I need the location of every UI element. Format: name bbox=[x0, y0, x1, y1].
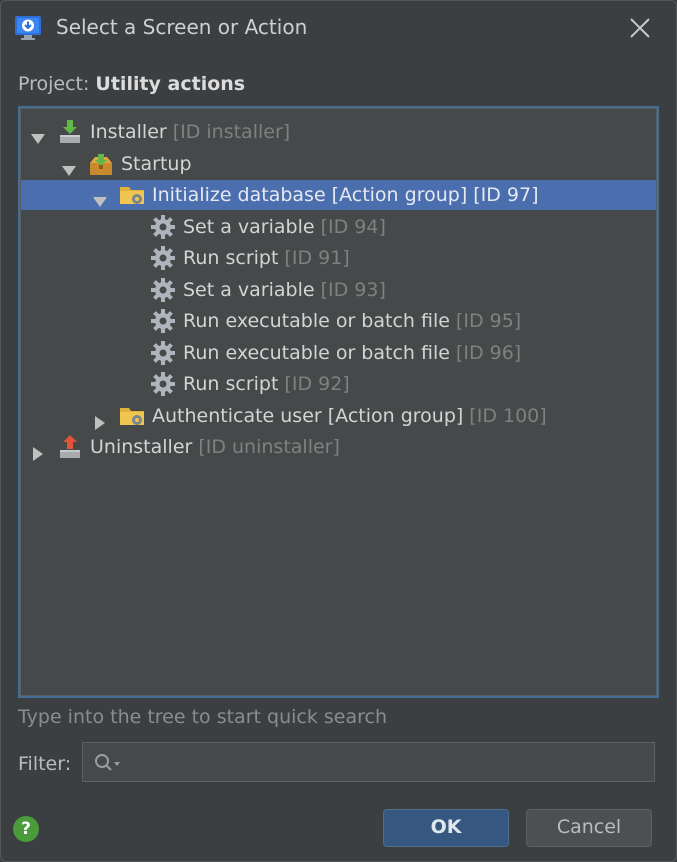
gear-icon bbox=[150, 245, 176, 271]
window-title: Select a Screen or Action bbox=[56, 15, 308, 39]
filter-input[interactable] bbox=[125, 749, 649, 777]
tree-row-label: Set a variable [ID 93] bbox=[183, 275, 386, 305]
action-group-folder-icon bbox=[119, 403, 145, 429]
tree-row-id: [ID 93] bbox=[320, 279, 386, 301]
tree-row[interactable]: Set a variable [ID 94] bbox=[21, 212, 656, 242]
tree-row-label: Set a variable [ID 94] bbox=[183, 212, 386, 242]
monitor-download-icon bbox=[15, 16, 41, 40]
tree-row-id: [ID 100] bbox=[469, 405, 547, 427]
tree-row-title: Uninstaller bbox=[90, 436, 193, 458]
tree-row[interactable]: Uninstaller [ID uninstaller] bbox=[21, 432, 656, 462]
gear-icon bbox=[150, 277, 176, 303]
tree-row-title: Set a variable bbox=[183, 279, 315, 301]
quick-search-hint: Type into the tree to start quick search bbox=[18, 706, 387, 728]
tree-row[interactable]: Authenticate user [Action group] [ID 100] bbox=[21, 401, 656, 431]
tree-row-id: [ID 94] bbox=[320, 216, 386, 238]
tree-row[interactable]: Installer [ID installer] bbox=[21, 117, 656, 147]
tree-row-label: Startup bbox=[121, 149, 192, 179]
expand-arrow-down-icon[interactable] bbox=[62, 157, 76, 176]
tree-row-title: Set a variable bbox=[183, 216, 315, 238]
uninstaller-icon bbox=[57, 434, 83, 460]
tree-row-label: Run script [ID 91] bbox=[183, 243, 350, 273]
tree-row-title: Run executable or batch file bbox=[183, 310, 450, 332]
tree-row[interactable]: Initialize database [Action group] [ID 97… bbox=[21, 180, 656, 210]
tree-row[interactable]: Set a variable [ID 93] bbox=[21, 275, 656, 305]
expand-arrow-down-icon[interactable] bbox=[31, 125, 45, 144]
project-name: Utility actions bbox=[95, 73, 246, 95]
screen-action-tree[interactable]: Installer [ID installer] Startup Initialize… bbox=[18, 106, 659, 698]
tree-row[interactable]: Startup bbox=[21, 149, 656, 179]
gear-icon bbox=[150, 308, 176, 334]
installer-icon bbox=[57, 119, 83, 145]
tree-row-title: Installer bbox=[90, 121, 167, 143]
tree-row[interactable]: Run script [ID 91] bbox=[21, 243, 656, 273]
tree-row-label: Run executable or batch file [ID 95] bbox=[183, 306, 521, 336]
collapse-arrow-right-icon[interactable] bbox=[31, 440, 45, 461]
tree-row-id: [ID 95] bbox=[455, 310, 522, 332]
filter-label: Filter: bbox=[18, 753, 72, 775]
tree-row-title: Run script bbox=[183, 373, 279, 395]
tree-row-label: Installer [ID installer] bbox=[90, 117, 290, 147]
search-icon[interactable] bbox=[93, 752, 123, 774]
tree-row-title: Initialize database [Action group] bbox=[152, 184, 468, 206]
tree-row-id: [ID 96] bbox=[455, 342, 522, 364]
tree-row-title: Run executable or batch file bbox=[183, 342, 450, 364]
tree-row-title: Authenticate user [Action group] bbox=[152, 405, 464, 427]
close-icon[interactable] bbox=[626, 14, 654, 42]
expand-arrow-down-icon[interactable] bbox=[93, 188, 107, 207]
tree-row-title: Startup bbox=[121, 153, 192, 175]
filter-field[interactable] bbox=[82, 742, 655, 782]
tree-row[interactable]: Run script [ID 92] bbox=[21, 369, 656, 399]
tree-row-id: [ID installer] bbox=[172, 121, 291, 143]
startup-icon bbox=[88, 151, 114, 177]
tree-row-label: Run executable or batch file [ID 96] bbox=[183, 338, 521, 368]
tree-row-id: [ID 97] bbox=[473, 184, 539, 206]
help-button[interactable]: ? bbox=[13, 816, 39, 842]
tree-viewport: Installer [ID installer] Startup Initialize… bbox=[20, 108, 657, 696]
tree-row-id: [ID 92] bbox=[284, 373, 350, 395]
project-label: Project: bbox=[18, 73, 90, 95]
cancel-button[interactable]: Cancel bbox=[526, 809, 652, 847]
tree-row[interactable]: Run executable or batch file [ID 96] bbox=[21, 338, 656, 368]
tree-row-id: [ID uninstaller] bbox=[198, 436, 340, 458]
collapse-arrow-right-icon[interactable] bbox=[93, 409, 107, 430]
tree-row-title: Run script bbox=[183, 247, 279, 269]
gear-icon bbox=[150, 214, 176, 240]
tree-row-id: [ID 91] bbox=[284, 247, 350, 269]
tree-row-label: Run script [ID 92] bbox=[183, 369, 350, 399]
project-row: Project: Utility actions bbox=[18, 73, 245, 95]
title-bar: Select a Screen or Action bbox=[0, 0, 677, 56]
tree-row-label: Uninstaller [ID uninstaller] bbox=[90, 432, 340, 462]
tree-row-label: Initialize database [Action group] [ID 97… bbox=[152, 180, 539, 210]
tree-row-label: Authenticate user [Action group] [ID 100] bbox=[152, 401, 547, 431]
ok-button[interactable]: OK bbox=[383, 809, 509, 847]
gear-icon bbox=[150, 340, 176, 366]
tree-row[interactable]: Run executable or batch file [ID 95] bbox=[21, 306, 656, 336]
gear-icon bbox=[150, 371, 176, 397]
action-group-folder-icon bbox=[119, 182, 145, 208]
